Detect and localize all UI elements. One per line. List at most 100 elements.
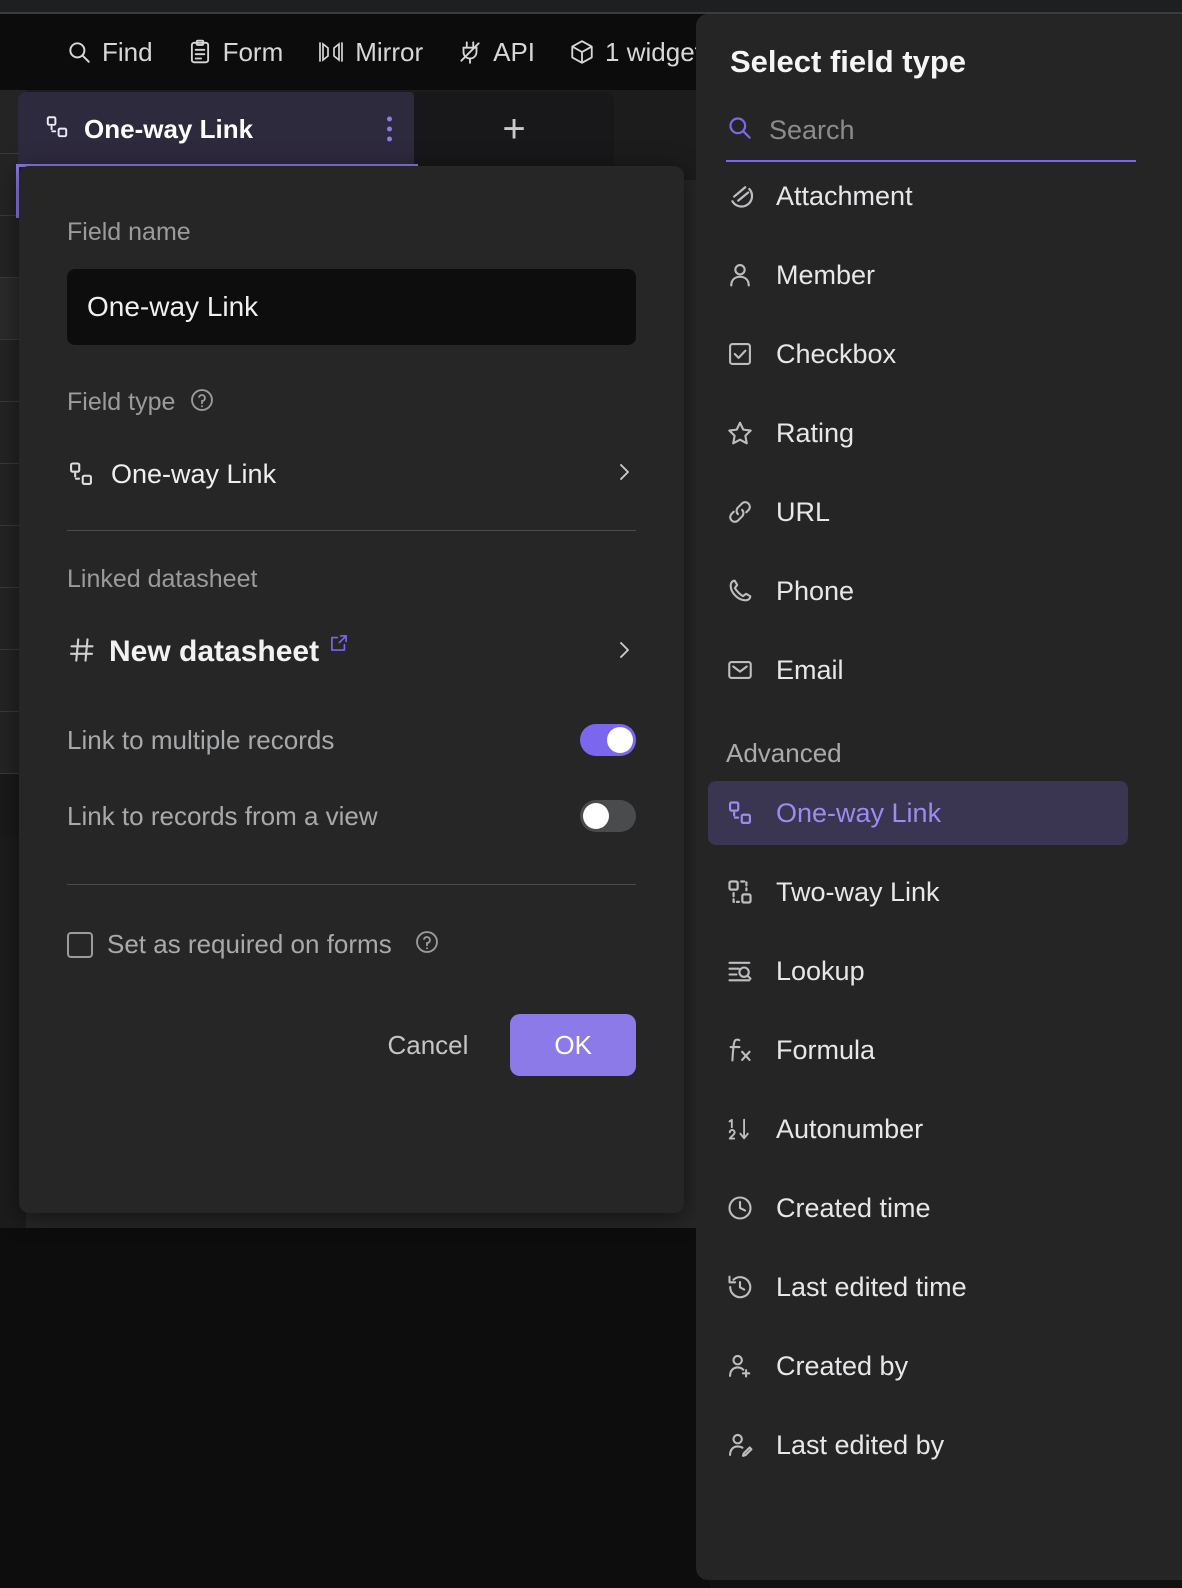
add-field-button[interactable]: + xyxy=(414,92,614,166)
toggle-label: Link to multiple records xyxy=(67,724,335,755)
field-type-label-row: Field type xyxy=(67,387,636,418)
help-circle-icon[interactable] xyxy=(189,387,215,418)
list-item-autonumber[interactable]: Autonumber xyxy=(708,1097,1170,1161)
cancel-button[interactable]: Cancel xyxy=(367,1016,488,1075)
list-item-lookup[interactable]: Lookup xyxy=(708,939,1170,1003)
field-type-label: Field type xyxy=(67,388,176,416)
autonumber-icon xyxy=(726,1115,766,1143)
toolbar-item-label: API xyxy=(493,36,536,67)
list-item-label: Attachment xyxy=(776,182,913,211)
clipboard-icon xyxy=(187,39,213,65)
chevron-right-icon xyxy=(612,638,636,667)
toolbar-item-label: 1 widget xyxy=(605,36,702,67)
list-item-phone[interactable]: Phone xyxy=(708,559,1170,623)
member-icon xyxy=(726,261,766,289)
tab-one-way-link[interactable]: One-way Link xyxy=(18,92,414,166)
dialog-button-row: Cancel OK xyxy=(67,1014,636,1076)
list-item-email[interactable]: Email xyxy=(708,638,1170,702)
one-way-link-icon xyxy=(67,460,101,488)
toolbar-item-label: Mirror xyxy=(355,36,424,67)
toolbar-item-form[interactable]: Form xyxy=(187,36,284,68)
toggle-row-multiple-records: Link to multiple records xyxy=(67,724,636,756)
mirror-icon xyxy=(317,39,345,65)
toolbar-item-widget[interactable]: 1 widget xyxy=(569,37,702,68)
attachment-icon xyxy=(726,182,766,210)
one-way-link-icon xyxy=(726,799,766,827)
external-link-icon[interactable] xyxy=(329,633,349,658)
one-way-link-icon xyxy=(44,114,70,145)
plug-icon xyxy=(457,39,483,65)
list-item-attachment[interactable]: Attachment xyxy=(708,182,1170,228)
list-item-label: Phone xyxy=(776,575,855,606)
help-circle-icon[interactable] xyxy=(414,929,440,960)
tab-label: One-way Link xyxy=(84,113,254,144)
list-item-label: Rating xyxy=(776,417,855,448)
list-item-formula[interactable]: Formula xyxy=(708,1018,1170,1082)
required-checkbox[interactable] xyxy=(67,931,93,958)
two-way-link-icon xyxy=(726,878,766,906)
field-type-list[interactable]: Attachment Member Checkbox Rating URL Ph… xyxy=(708,182,1170,1562)
cube-icon xyxy=(569,39,595,65)
grid-empty-area xyxy=(0,1228,710,1588)
field-name-input[interactable] xyxy=(67,269,636,345)
field-tab-bar: One-way Link + xyxy=(18,92,618,166)
toolbar-item-api[interactable]: API xyxy=(457,37,535,68)
search-bar xyxy=(726,114,1136,162)
list-item-rating[interactable]: Rating xyxy=(708,401,1170,465)
list-item-label: Last edited time xyxy=(776,1271,967,1302)
list-item-url[interactable]: URL xyxy=(708,480,1170,544)
chevron-right-icon xyxy=(612,460,636,489)
list-item-label: Checkbox xyxy=(776,338,897,369)
link-records-from-view-toggle[interactable] xyxy=(580,800,636,832)
required-label: Set as required on forms xyxy=(107,929,392,959)
link-icon xyxy=(726,498,766,526)
star-icon xyxy=(726,419,766,447)
search-icon xyxy=(726,114,753,146)
lookup-icon xyxy=(726,957,766,985)
user-plus-icon xyxy=(726,1352,766,1380)
link-multiple-records-toggle[interactable] xyxy=(580,724,636,756)
list-item-last-edited-time[interactable]: Last edited time xyxy=(708,1255,1170,1319)
list-item-label: Lookup xyxy=(776,955,865,986)
envelope-icon xyxy=(726,656,766,684)
tab-more-icon[interactable] xyxy=(387,116,392,142)
field-name-label: Field name xyxy=(67,218,191,246)
required-on-forms-row: Set as required on forms xyxy=(67,929,636,960)
list-item-label: One-way Link xyxy=(776,797,942,828)
list-item-last-edited-by[interactable]: Last edited by xyxy=(708,1413,1170,1477)
formula-icon xyxy=(726,1036,766,1064)
phone-icon xyxy=(726,577,766,605)
list-item-one-way-link[interactable]: One-way Link xyxy=(708,781,1128,845)
list-item-checkbox[interactable]: Checkbox xyxy=(708,322,1170,386)
group-label-advanced: Advanced xyxy=(726,738,842,768)
linked-datasheet-label: Linked datasheet xyxy=(67,565,258,593)
list-item-label: URL xyxy=(776,496,831,527)
list-item-created-time[interactable]: Created time xyxy=(708,1176,1170,1240)
linked-datasheet-value: New datasheet xyxy=(109,635,320,668)
ok-button[interactable]: OK xyxy=(510,1014,636,1076)
search-icon xyxy=(66,39,92,65)
toggle-label: Link to records from a view xyxy=(67,800,378,831)
app-root: Find Form Mirror API 1 widget One-way Li… xyxy=(0,0,1182,1588)
search-input[interactable] xyxy=(769,114,1136,146)
toolbar-item-mirror[interactable]: Mirror xyxy=(317,37,423,68)
list-item-label: Formula xyxy=(776,1034,876,1065)
dialog-divider-2 xyxy=(67,884,636,885)
field-type-panel: Select field type Attachment xyxy=(696,14,1182,1580)
list-item-member[interactable]: Member xyxy=(708,243,1170,307)
field-type-select[interactable]: One-way Link xyxy=(67,448,636,500)
list-item-two-way-link[interactable]: Two-way Link xyxy=(708,860,1170,924)
linked-datasheet-select[interactable]: New datasheet xyxy=(67,624,636,680)
list-item-label: Email xyxy=(776,654,844,685)
toolbar-item-find[interactable]: Find xyxy=(66,37,153,68)
field-type-value: One-way Link xyxy=(111,458,277,489)
list-item-label: Last edited by xyxy=(776,1429,945,1460)
toolbar-item-label: Find xyxy=(102,36,153,67)
toggle-row-records-from-view: Link to records from a view xyxy=(67,800,636,832)
clock-icon xyxy=(726,1194,766,1222)
list-item-created-by[interactable]: Created by xyxy=(708,1334,1170,1398)
list-item-label: Member xyxy=(776,259,876,290)
list-item-label: Two-way Link xyxy=(776,876,940,907)
toolbar: Find Form Mirror API 1 widget xyxy=(0,14,710,90)
toolbar-item-label: Form xyxy=(222,36,284,67)
